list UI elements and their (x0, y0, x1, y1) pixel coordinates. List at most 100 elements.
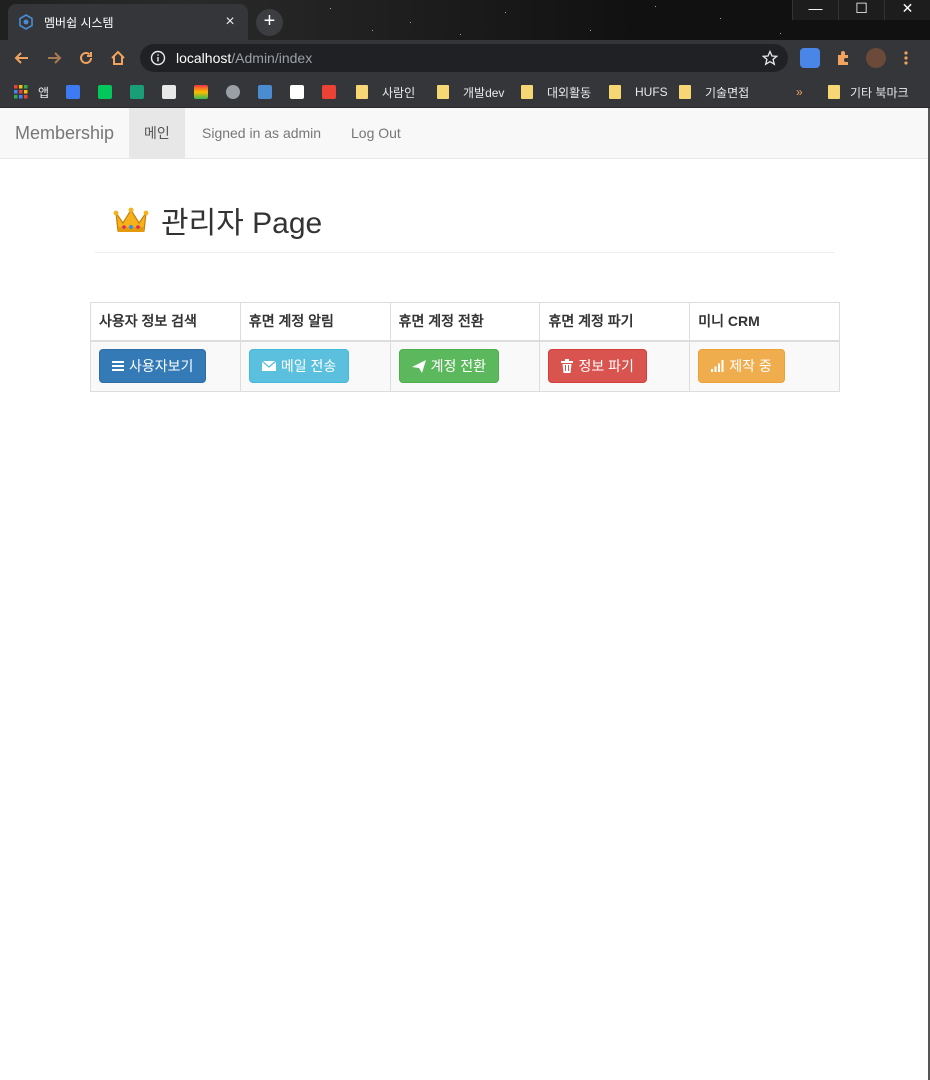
envelope-icon (261, 360, 276, 372)
nav-item-logout[interactable]: Log Out (336, 108, 416, 158)
back-button[interactable] (10, 46, 34, 70)
github-icon (226, 85, 240, 99)
tab-close-icon[interactable]: × (222, 13, 238, 31)
button-label: 메일 전송 (280, 358, 337, 375)
folder-icon (828, 85, 840, 99)
admin-table: 사용자 정보 검색 휴면 계정 알림 휴면 계정 전환 휴면 계정 파기 미니 … (90, 302, 840, 392)
bookmark-github[interactable] (226, 82, 248, 102)
profile-avatar[interactable] (866, 48, 886, 68)
tab-title: 멤버쉽 시스템 (44, 15, 114, 30)
list-icon (112, 361, 124, 372)
signal-icon (711, 360, 724, 373)
table-cell: 계정 전환 (389, 340, 541, 392)
crown-icon (113, 205, 149, 235)
new-tab-button[interactable]: + (256, 9, 283, 36)
menu-kebab-icon[interactable] (898, 48, 914, 68)
url-path: /Admin/index (231, 50, 313, 66)
bookmark-hand[interactable] (194, 82, 216, 102)
button-label: 정보 파기 (578, 358, 634, 375)
folder-icon (609, 85, 621, 99)
send-icon (411, 359, 426, 373)
forward-button[interactable] (42, 46, 66, 70)
bookmark-hex[interactable] (258, 82, 280, 102)
bookmark-label: 기술면접 (705, 85, 750, 100)
bookmark-gmail[interactable] (322, 82, 344, 102)
other-bookmarks[interactable]: 기타 북마크 (828, 82, 909, 102)
page-title: 관리자 Page (161, 207, 323, 240)
site-icon (130, 85, 144, 99)
table-header-cell: 사용자 정보 검색 (90, 302, 241, 342)
info-icon[interactable] (150, 50, 166, 66)
table-cell: 메일 전송 (239, 340, 391, 392)
button-label: 계정 전환 (430, 358, 487, 375)
face-icon (162, 85, 176, 99)
table-cell: 제작 중 (689, 340, 840, 392)
table-header-cell: 휴면 계정 파기 (539, 302, 691, 342)
table-header-row: 사용자 정보 검색 휴면 계정 알림 휴면 계정 전환 휴면 계정 파기 미니 … (90, 302, 840, 342)
back-arrow-icon (14, 52, 28, 64)
home-button[interactable] (106, 46, 130, 70)
table-cell: 정보 파기 (539, 340, 691, 392)
hex-icon (258, 85, 272, 99)
nav-item-main[interactable]: 메인 (129, 108, 185, 158)
folder-icon (521, 85, 533, 99)
send-mail-button[interactable]: 메일 전송 (248, 349, 350, 384)
other-bookmarks-label: 기타 북마크 (850, 85, 909, 100)
bookmark-daum[interactable] (66, 82, 88, 102)
navbar-brand[interactable]: Membership (15, 123, 114, 144)
nav-item-signed-in[interactable]: Signed in as admin (187, 108, 336, 158)
bookmark-face[interactable] (162, 82, 184, 102)
bookmark-folder-activities[interactable]: 대외활동 (521, 82, 591, 102)
folder-icon (356, 85, 368, 99)
button-label: 제작 중 (729, 358, 772, 375)
bookmark-folder-dev[interactable]: 개발dev (437, 82, 504, 102)
bookmark-folder-interview[interactable]: 기술면접 (679, 82, 749, 102)
page-title-wrap: 관리자 Page (113, 198, 322, 242)
bookmark-star-icon[interactable] (762, 50, 778, 66)
extensions-puzzle-icon[interactable] (834, 48, 854, 68)
bookmark-folder-hufs[interactable]: HUFS (609, 82, 668, 102)
tab-favicon-icon (18, 14, 34, 30)
browser-toolbar: localhost/Admin/index (0, 40, 930, 76)
daum-icon (66, 85, 80, 99)
naver-icon (98, 85, 112, 99)
table-cell: 사용자보기 (90, 340, 241, 392)
translate-extension-icon[interactable] (800, 48, 820, 68)
minimize-button[interactable]: — (792, 0, 838, 20)
bookmark-folder-saramin[interactable]: 사람인 (356, 82, 415, 102)
bookmark-apps[interactable]: 앱 (14, 82, 49, 102)
url-host: localhost (176, 50, 232, 66)
in-progress-button[interactable]: 제작 중 (698, 349, 785, 384)
notion-icon (290, 85, 304, 99)
table-header-cell: 미니 CRM (689, 302, 840, 342)
forward-arrow-icon (48, 52, 62, 64)
folder-icon (679, 85, 691, 99)
gmail-icon (322, 85, 336, 99)
reload-button[interactable] (74, 46, 98, 70)
table-row: 사용자보기 메일 전송 계정 전환 정보 파기 제작 중 (90, 340, 840, 392)
address-bar[interactable]: localhost/Admin/index (140, 44, 788, 72)
bookmarks-bar: 앱 사람인 개발dev 대외활동 HUFS 기술면접 » 기타 북마크 (0, 76, 930, 108)
table-header-cell: 휴면 계정 알림 (239, 302, 391, 342)
maximize-button[interactable]: ☐ (838, 0, 884, 20)
browser-titlebar: 멤버쉽 시스템 × + — ☐ ✕ (0, 0, 930, 40)
apps-grid-icon (14, 85, 28, 99)
page-header: 관리자 Page (95, 190, 835, 253)
bookmark-site[interactable] (130, 82, 152, 102)
hand-icon (194, 85, 208, 99)
bookmarks-overflow-button[interactable]: » (796, 82, 803, 102)
close-window-button[interactable]: ✕ (884, 0, 930, 20)
bookmark-label: 사람인 (382, 85, 416, 100)
trash-icon (561, 359, 574, 374)
site-navbar: Membership 메인 Signed in as admin Log Out (0, 108, 930, 159)
delete-info-button[interactable]: 정보 파기 (548, 349, 647, 384)
bookmark-label: 앱 (38, 85, 50, 100)
reload-icon (80, 51, 92, 64)
bookmark-label: 대외활동 (547, 85, 592, 100)
view-users-button[interactable]: 사용자보기 (99, 349, 207, 384)
convert-account-button[interactable]: 계정 전환 (398, 349, 500, 384)
bookmark-notion[interactable] (290, 82, 312, 102)
folder-icon (437, 85, 449, 99)
bookmark-naver[interactable] (98, 82, 120, 102)
browser-tab[interactable]: 멤버쉽 시스템 × (8, 4, 248, 40)
